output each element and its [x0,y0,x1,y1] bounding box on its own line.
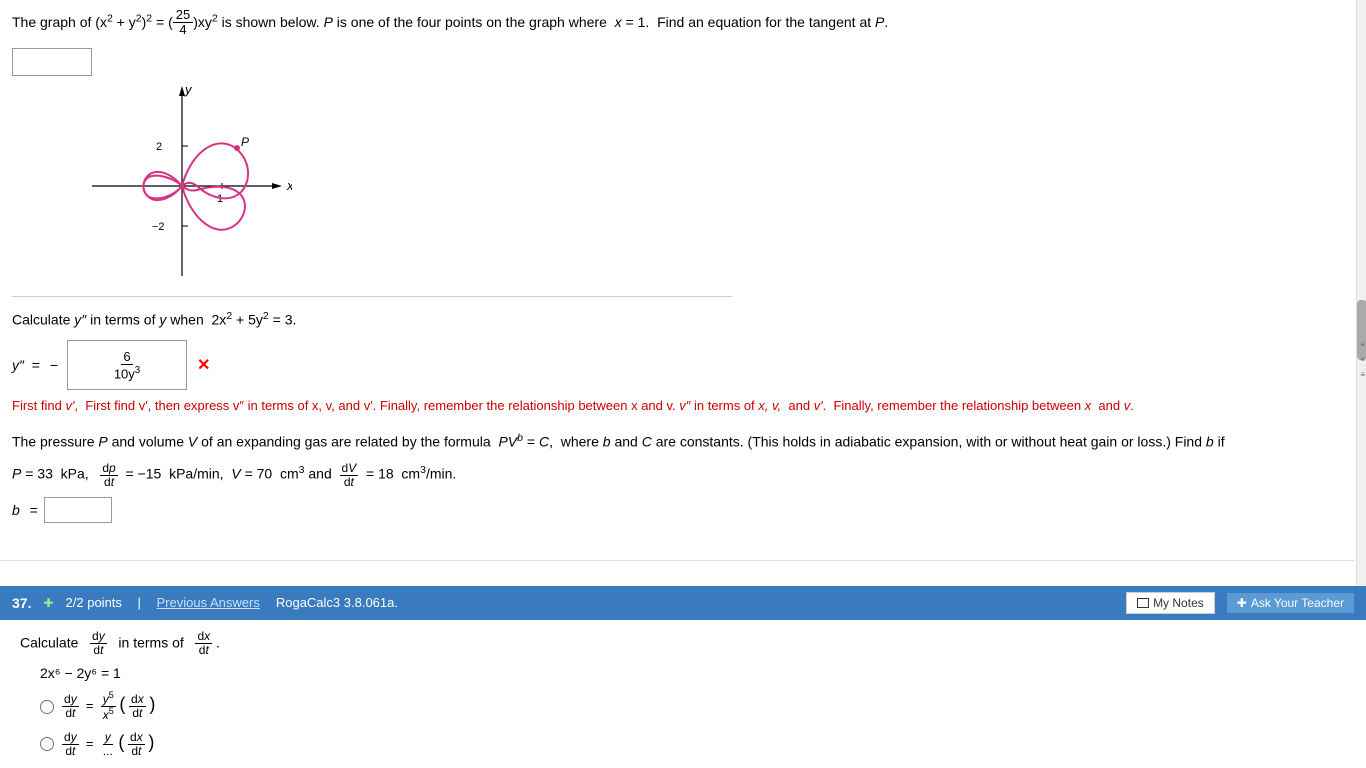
ask-teacher-label: Ask Your Teacher [1251,596,1344,610]
q37-separator: | [134,595,145,610]
opt2-dy-dt: dy dt [62,731,79,758]
p1-answer-area [12,48,1338,76]
p2-numerator: 6 [121,349,132,365]
svg-text:−2: −2 [152,221,165,233]
p2-denominator: 10y3 [112,365,142,381]
section-divider [0,560,1354,561]
svg-text:x: x [286,178,292,193]
q37-period: . [216,634,220,650]
q37-points-icon: ✚ [43,596,53,610]
q37-option-2: dy dt = y ... ( dx dt ) [40,731,1346,758]
my-notes-label: My Notes [1153,596,1204,610]
p2-hint: First find v′, First find v′, then expre… [12,398,1338,413]
q37-prev-answers[interactable]: Previous Answers [157,595,260,610]
p2-fraction: 6 10y3 [112,349,142,381]
divider-1 [12,296,732,297]
q37-option-1: dy dt = y5 x5 ( dx dt ) [40,691,1346,722]
scroll-indicator: ≡ [1360,340,1365,349]
opt1-dxdt: dx dt [129,693,146,720]
p2-answer-display: y″ = − 6 10y3 ✕ [12,340,1338,390]
svg-text:P: P [241,135,249,149]
ask-teacher-button[interactable]: ✚ Ask Your Teacher [1227,593,1354,613]
q37-equation: 2x⁶ − 2y⁶ = 1 [40,665,1346,681]
p3-answer-area: b = [12,497,1338,523]
main-content: The graph of (x2 + y2)2 = (254)xy2 is sh… [0,0,1350,539]
ask-teacher-plus-icon: ✚ [1237,596,1247,610]
q37-calc-label: Calculate [20,634,78,650]
p3-dv-dt: dV dt [340,462,359,489]
p3-description: The pressure P and volume V of an expand… [12,429,1338,455]
opt1-fraction: y5 x5 [101,691,116,722]
opt2-dxdt: dx dt [128,731,145,758]
scrollbar-thumb[interactable] [1357,300,1366,360]
p3-values: P = 33 kPa, dp dt = −15 kPa/min, V = 70 … [12,461,1338,489]
p1-text: The graph of (x2 + y2)2 = (254)xy2 is sh… [12,14,888,30]
problem-1-header: The graph of (x2 + y2)2 = (254)xy2 is sh… [12,8,1338,38]
q37-opt2-label: dy dt = y ... ( dx dt ) [62,731,154,758]
problem-3: The pressure P and volume V of an expand… [12,429,1338,522]
q37-header: 37. ✚ 2/2 points | Previous Answers Roga… [0,586,1366,620]
my-notes-icon [1137,598,1149,608]
p3-answer-input[interactable] [44,497,112,523]
scroll-indicator-2: ≡ [1360,355,1365,364]
p2-answer-box: 6 10y3 [67,340,187,390]
p2-y-double-prime: y″ = [12,357,40,373]
p2-instruction: Calculate y″ in terms of y when 2x2 + 5y… [12,307,1338,333]
opt2-fraction: y ... [101,731,115,758]
q37-number: 37. [12,595,31,611]
q37-body: Calculate dy dt in terms of dx dt . 2x⁶ … [0,620,1366,768]
q37-radio-1[interactable] [40,700,54,714]
svg-text:y: y [184,86,193,97]
q37-dx-dt: dx dt [195,630,212,657]
q37-opt1-label: dy dt = y5 x5 ( dx dt ) [62,691,155,722]
q37-source: RogaCalc3 3.8.061a. [276,595,398,610]
p3-dp-dt: dp dt [100,462,117,489]
p3-b-label: b [12,502,20,518]
my-notes-button[interactable]: My Notes [1126,592,1215,614]
q37-right-actions: My Notes ✚ Ask Your Teacher [1126,592,1354,614]
lemniscate-graph: x y 2 −2 1 P [72,86,292,286]
q37-dy-dt: dy dt [90,630,107,657]
p2-hint-text: First find v′, then express v″ in terms … [85,398,675,413]
p1-answer-input[interactable] [12,48,92,76]
q37-instruction-line: Calculate dy dt in terms of dx dt . [20,630,1346,657]
q37-points: 2/2 points [66,595,122,610]
q37-radio-options: dy dt = y5 x5 ( dx dt ) [40,691,1346,758]
incorrect-mark: ✕ [197,355,210,375]
problem-2: Calculate y″ in terms of y when 2x2 + 5y… [12,307,1338,414]
graph-container: x y 2 −2 1 P [72,86,292,286]
scroll-indicator-3: ≡ [1360,370,1365,379]
question-37-section: 37. ✚ 2/2 points | Previous Answers Roga… [0,586,1366,768]
opt1-dy-dt: dy dt [62,693,79,720]
q37-in-terms: in terms of [118,634,183,650]
svg-text:2: 2 [156,141,162,153]
q37-radio-2[interactable] [40,737,54,751]
